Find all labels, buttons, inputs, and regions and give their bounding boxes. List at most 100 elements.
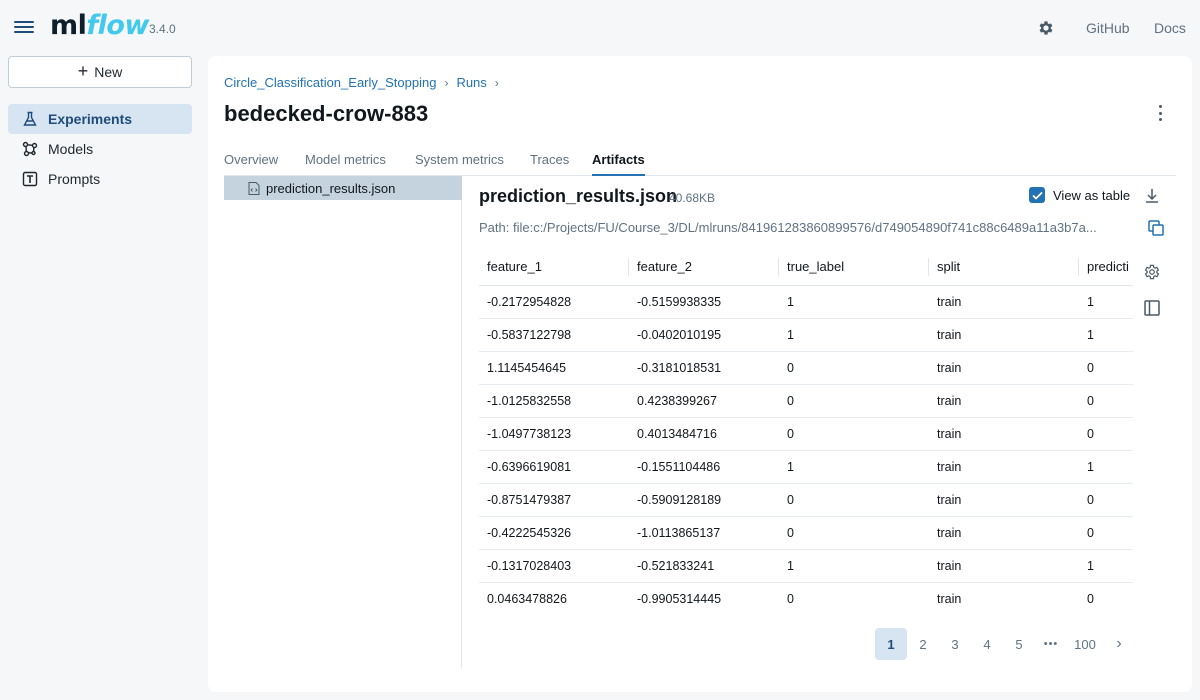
table-row[interactable]: 0.0463478826 -0.9905314445 0 train 0 bbox=[479, 582, 1133, 615]
new-button[interactable]: + New bbox=[8, 56, 192, 88]
table-cell: -0.1551104486 bbox=[629, 450, 779, 484]
checkbox-checked-icon[interactable] bbox=[1029, 187, 1045, 203]
table-cell: 0.0463478826 bbox=[479, 582, 629, 615]
table-row[interactable]: 1.1145454645 -0.3181018531 0 train 0 bbox=[479, 351, 1133, 385]
next-page-chevron-icon[interactable]: › bbox=[1103, 628, 1135, 660]
sidebar-item-models[interactable]: Models bbox=[8, 134, 192, 164]
table-cell: 1 bbox=[779, 285, 929, 319]
file-code-icon bbox=[248, 181, 260, 195]
table-cell: 0 bbox=[779, 483, 929, 517]
page-button-5[interactable]: 5 bbox=[1003, 628, 1035, 660]
page-button-2[interactable]: 2 bbox=[907, 628, 939, 660]
table-cell: 1 bbox=[1079, 318, 1133, 352]
table-cell: train bbox=[929, 516, 1079, 550]
page-button-3[interactable]: 3 bbox=[939, 628, 971, 660]
pagination: 1 2 3 4 5 ••• 100 › bbox=[875, 628, 1135, 660]
tab-system-metrics[interactable]: System metrics bbox=[415, 152, 504, 176]
artifact-table: feature_1 feature_2 true_label split pre… bbox=[479, 249, 1133, 615]
tree-file-item[interactable]: prediction_results.json bbox=[224, 176, 462, 200]
sidebar-item-experiments[interactable]: Experiments bbox=[8, 104, 192, 134]
table-row[interactable]: -0.2172954828 -0.5159938335 1 train 1 bbox=[479, 285, 1133, 319]
download-icon[interactable] bbox=[1143, 187, 1161, 205]
breadcrumb: Circle_Classification_Early_Stopping › R… bbox=[224, 75, 499, 90]
table-cell: -0.2172954828 bbox=[479, 285, 629, 319]
table-cell: -1.0497738123 bbox=[479, 417, 629, 451]
artifact-tree: prediction_results.json bbox=[224, 176, 462, 668]
prompts-icon bbox=[22, 171, 38, 187]
table-cell: train bbox=[929, 285, 1079, 319]
table-cell: train bbox=[929, 351, 1079, 385]
table-cell: 0 bbox=[779, 384, 929, 418]
table-cell: 1 bbox=[779, 450, 929, 484]
table-cell: 1 bbox=[1079, 549, 1133, 583]
table-cell: -0.5909128189 bbox=[629, 483, 779, 517]
sidebar-item-label: Experiments bbox=[48, 111, 133, 127]
run-tabs: Overview Model metrics System metrics Tr… bbox=[224, 152, 1176, 176]
table-cell: 0 bbox=[1079, 384, 1133, 418]
table-cell: 1 bbox=[779, 549, 929, 583]
table-cell: 1 bbox=[779, 318, 929, 352]
table-cell: 0 bbox=[1079, 516, 1133, 550]
column-header[interactable]: true_label bbox=[779, 249, 929, 286]
table-cell: -0.8751479387 bbox=[479, 483, 629, 517]
table-row[interactable]: -1.0125832558 0.4238399267 0 train 0 bbox=[479, 384, 1133, 418]
tab-artifacts[interactable]: Artifacts bbox=[592, 152, 645, 176]
page-button-last[interactable]: 100 bbox=[1067, 628, 1103, 660]
plus-icon: + bbox=[77, 61, 89, 81]
copy-icon[interactable] bbox=[1147, 219, 1165, 237]
table-row[interactable]: -0.8751479387 -0.5909128189 0 train 0 bbox=[479, 483, 1133, 517]
column-settings-gear-icon[interactable] bbox=[1143, 263, 1161, 281]
column-header[interactable]: split bbox=[929, 249, 1079, 286]
github-link[interactable]: GitHub bbox=[1086, 20, 1130, 36]
table-cell: -1.0113865137 bbox=[629, 516, 779, 550]
new-button-label: New bbox=[94, 64, 123, 80]
table-row[interactable]: -0.6396619081 -0.1551104486 1 train 1 bbox=[479, 450, 1133, 484]
table-cell: train bbox=[929, 582, 1079, 615]
table-cell: 1.1145454645 bbox=[479, 351, 629, 385]
theme-gear-icon[interactable] bbox=[1037, 19, 1055, 37]
docs-link[interactable]: Docs bbox=[1154, 20, 1186, 36]
table-row[interactable]: -1.0497738123 0.4013484716 0 train 0 bbox=[479, 417, 1133, 451]
column-header[interactable]: feature_2 bbox=[629, 249, 779, 286]
page-title: bedecked-crow-883 bbox=[224, 101, 429, 126]
breadcrumb-experiment-link[interactable]: Circle_Classification_Early_Stopping bbox=[224, 75, 436, 90]
tab-model-metrics[interactable]: Model metrics bbox=[305, 152, 386, 176]
tab-overview[interactable]: Overview bbox=[224, 152, 278, 176]
tab-traces[interactable]: Traces bbox=[530, 152, 569, 176]
column-header[interactable]: predicti bbox=[1079, 249, 1133, 286]
table-cell: -0.1317028403 bbox=[479, 549, 629, 583]
table-cell: 0 bbox=[779, 351, 929, 385]
table-header-row: feature_1 feature_2 true_label split pre… bbox=[479, 249, 1133, 286]
table-row[interactable]: -0.5837122798 -0.0402010195 1 train 1 bbox=[479, 318, 1133, 352]
more-options-icon[interactable] bbox=[1152, 104, 1168, 122]
table-cell: train bbox=[929, 450, 1079, 484]
table-cell: 0.4013484716 bbox=[629, 417, 779, 451]
table-cell: train bbox=[929, 483, 1079, 517]
table-cell: 0 bbox=[779, 582, 929, 615]
models-icon bbox=[22, 141, 38, 157]
table-row[interactable]: -0.1317028403 -0.521833241 1 train 1 bbox=[479, 549, 1133, 583]
table-cell: 0 bbox=[1079, 351, 1133, 385]
view-as-table-label: View as table bbox=[1053, 187, 1131, 203]
side-panel-icon[interactable] bbox=[1143, 299, 1161, 317]
page-button-1[interactable]: 1 bbox=[875, 628, 907, 660]
column-header[interactable]: feature_1 bbox=[479, 249, 629, 286]
page-ellipsis[interactable]: ••• bbox=[1035, 628, 1067, 660]
table-cell: train bbox=[929, 318, 1079, 352]
mlflow-logo[interactable]: ml flow bbox=[50, 10, 149, 46]
breadcrumb-runs-link[interactable]: Runs bbox=[456, 75, 486, 90]
menu-icon[interactable] bbox=[14, 18, 34, 38]
table-row[interactable]: -0.4222545326 -1.0113865137 0 train 0 bbox=[479, 516, 1133, 550]
artifact-table-container[interactable]: feature_1 feature_2 true_label split pre… bbox=[479, 249, 1133, 615]
sidebar-item-prompts[interactable]: Prompts bbox=[8, 164, 192, 194]
logo-ml: ml bbox=[50, 10, 87, 41]
table-cell: -0.521833241 bbox=[629, 549, 779, 583]
table-cell: train bbox=[929, 384, 1079, 418]
artifact-file-size: 40.68KB bbox=[669, 191, 716, 205]
page-button-4[interactable]: 4 bbox=[971, 628, 1003, 660]
table-cell: -0.4222545326 bbox=[479, 516, 629, 550]
table-cell: -0.9905314445 bbox=[629, 582, 779, 615]
table-cell: train bbox=[929, 549, 1079, 583]
view-as-table-toggle[interactable]: View as table bbox=[1029, 187, 1130, 203]
table-cell: -0.0402010195 bbox=[629, 318, 779, 352]
